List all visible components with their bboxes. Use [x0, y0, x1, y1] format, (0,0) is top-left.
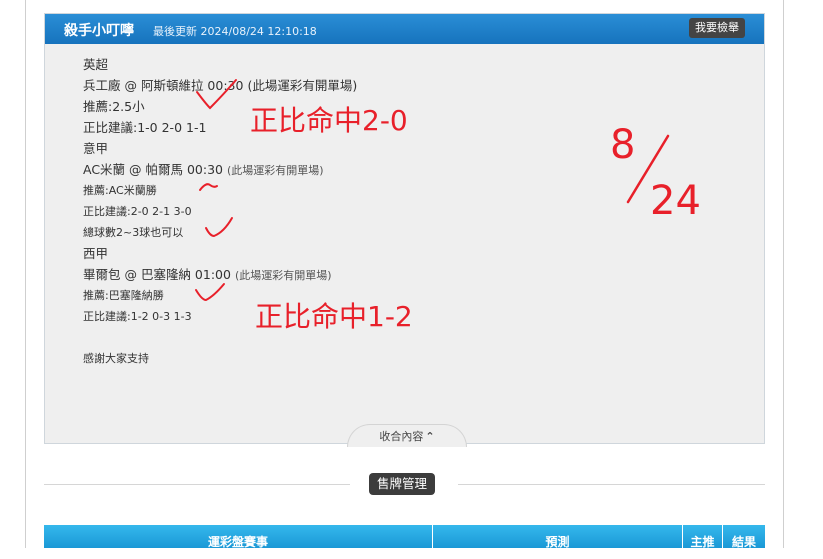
league-title: 英超: [83, 57, 109, 72]
match-note: (此場運彩有開單場): [234, 269, 332, 282]
match-note: (此場運彩有開單場): [247, 78, 358, 93]
league-title: 意甲: [83, 141, 109, 156]
match-name: AC米蘭 @ 帕爾馬 00:30: [83, 162, 224, 177]
match-line: 兵工廠 @ 阿斯頓維拉 00:30 (此場運彩有開單場): [83, 75, 643, 96]
last-updated: 最後更新 2024/08/24 12:10:18: [153, 25, 317, 38]
column-header-prediction: 預測: [433, 525, 683, 549]
collapse-content-button[interactable]: 收合內容 ⌃: [347, 424, 467, 447]
page-frame-right: [783, 0, 784, 548]
score-suggestion: 正比建議:1-2 0-3 1-3: [83, 310, 192, 323]
column-header-result: 結果: [731, 535, 756, 549]
report-button[interactable]: 我要檢舉: [689, 18, 745, 38]
recommendation: 推薦:2.5小: [83, 99, 145, 114]
recommendation: 推薦:AC米蘭勝: [83, 184, 157, 197]
collapse-label: 收合內容: [379, 430, 424, 443]
thanks-text: 感謝大家支持: [83, 352, 149, 365]
league-title: 西甲: [83, 246, 109, 261]
score-suggestion: 正比建議:2-0 2-1 3-0: [83, 205, 192, 218]
match-name: 畢爾包 @ 巴塞隆納 01:00: [83, 267, 231, 282]
match-name: 兵工廠 @ 阿斯頓維拉 00:30: [83, 78, 244, 93]
match-line: 畢爾包 @ 巴塞隆納 01:00 (此場運彩有開單場): [83, 264, 643, 285]
score-suggestion: 正比建議:1-0 2-0 1-1: [83, 120, 207, 135]
author-name[interactable]: 殺手小叮嚀: [64, 20, 134, 40]
divider-left: [44, 484, 350, 485]
post-header: 殺手小叮嚀 最後更新 2024/08/24 12:10:18 我要檢舉: [45, 14, 764, 44]
post-card: 殺手小叮嚀 最後更新 2024/08/24 12:10:18 我要檢舉 英超 兵…: [44, 13, 765, 447]
post-content: 英超 兵工廠 @ 阿斯頓維拉 00:30 (此場運彩有開單場) 推薦:2.5小 …: [83, 54, 643, 369]
match-note: (此場運彩有開單場): [227, 164, 324, 177]
page-frame-left: [25, 0, 26, 548]
prediction-table-header: 運彩盤賽事 預測 主推 結果: [44, 525, 765, 549]
sales-management-button[interactable]: 售牌管理: [369, 473, 436, 495]
total-goals-note: 總球數2~3球也可以: [83, 226, 184, 239]
match-line: AC米蘭 @ 帕爾馬 00:30 (此場運彩有開單場): [83, 159, 643, 180]
column-header-match: 運彩盤賽事: [44, 525, 433, 549]
divider-right: [458, 484, 765, 485]
recommendation: 推薦:巴塞隆納勝: [83, 289, 164, 302]
chevron-up-icon: ⌃: [425, 430, 435, 443]
column-header-main-pick: 主推: [683, 525, 723, 549]
